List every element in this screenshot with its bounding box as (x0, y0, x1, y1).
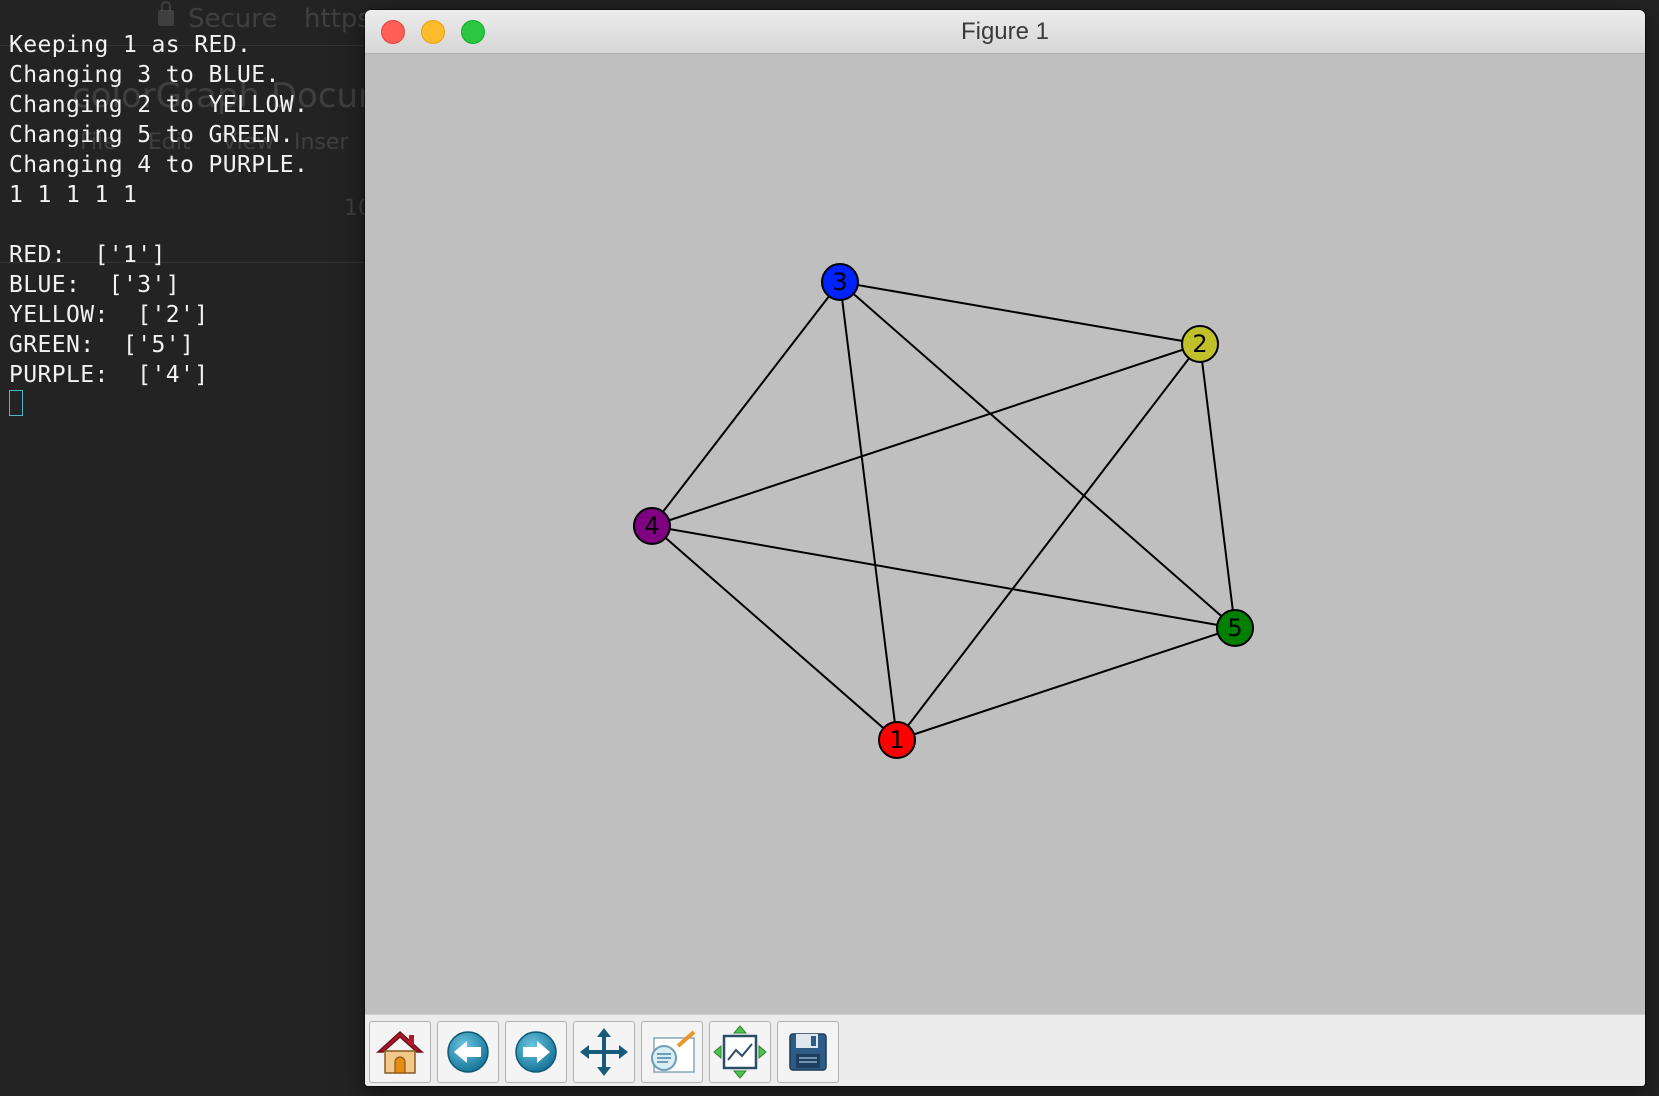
figure-window[interactable]: Figure 1 1 2 3 4 5 (365, 10, 1645, 1086)
forward-button[interactable] (505, 1021, 567, 1083)
back-button[interactable] (437, 1021, 499, 1083)
graph-edge-1-3 (839, 281, 898, 741)
graph-edge-1-4 (651, 525, 898, 741)
graph-edge-1-2 (896, 343, 1201, 741)
graph-node-2: 2 (1181, 325, 1219, 363)
graph-node-5: 5 (1216, 609, 1254, 647)
node-label-2: 2 (1192, 330, 1207, 358)
home-icon (376, 1030, 424, 1074)
graph-plot: 1 2 3 4 5 (633, 263, 1254, 759)
save-button[interactable] (777, 1021, 839, 1083)
subplots-button[interactable] (709, 1021, 771, 1083)
move-icon (580, 1028, 628, 1076)
forward-arrow-icon (515, 1031, 557, 1073)
figure-toolbar (365, 1014, 1645, 1086)
zoom-button[interactable] (641, 1021, 703, 1083)
graph-edge-3-4 (651, 281, 841, 527)
terminal-output: Keeping 1 as RED. Changing 3 to BLUE. Ch… (9, 32, 309, 388)
window-title: Figure 1 (960, 18, 1050, 45)
zoom-to-rect-icon (651, 1030, 696, 1073)
graph-edge-3-5 (839, 281, 1236, 629)
graph-edge-2-3 (839, 281, 1201, 345)
node-label-1: 1 (889, 726, 904, 754)
home-button[interactable] (369, 1021, 431, 1083)
graph-node-1: 1 (878, 721, 916, 759)
node-label-5: 5 (1227, 614, 1242, 642)
window-titlebar[interactable]: Figure 1 (365, 10, 1645, 54)
node-label-4: 4 (644, 512, 659, 540)
back-arrow-icon (447, 1031, 489, 1073)
terminal[interactable]: Keeping 1 as RED. Changing 3 to BLUE. Ch… (0, 0, 365, 1096)
pan-button[interactable] (573, 1021, 635, 1083)
graph-edge-2-5 (1199, 343, 1236, 629)
graph-node-3: 3 (821, 263, 859, 301)
edges-layer (651, 281, 1236, 741)
figure-canvas[interactable]: 1 2 3 4 5 (365, 54, 1645, 1024)
configure-subplots-icon (713, 1025, 767, 1079)
graph-node-4: 4 (633, 507, 671, 545)
floppy-disk-icon (789, 1033, 827, 1071)
graph-edge-2-4 (651, 343, 1201, 527)
graph-edge-4-5 (651, 525, 1236, 629)
graph-edge-1-5 (896, 627, 1236, 741)
node-label-3: 3 (832, 268, 847, 296)
terminal-cursor (9, 390, 23, 416)
